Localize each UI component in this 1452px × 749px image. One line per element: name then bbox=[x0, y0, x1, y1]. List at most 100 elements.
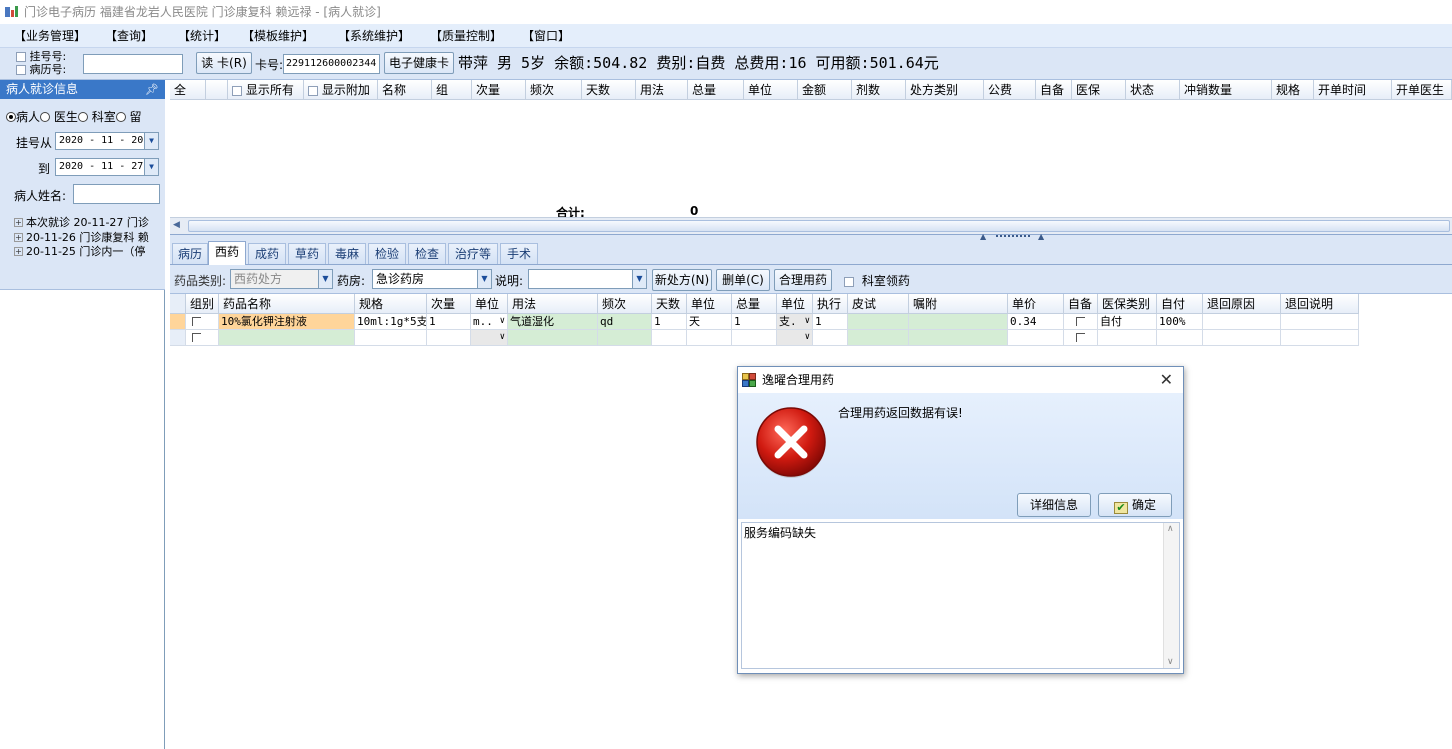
reg-from-date[interactable]: 2020 - 11 - 20 ▼ bbox=[55, 132, 159, 150]
usage-cell[interactable]: 气道湿化 bbox=[508, 314, 598, 330]
expand-icon[interactable]: + bbox=[14, 247, 23, 256]
pharmacy-select[interactable]: 急诊药房 ▼ bbox=[372, 269, 492, 289]
group-checkbox-cell[interactable] bbox=[186, 330, 219, 346]
rational-drug-button[interactable]: 合理用药 bbox=[774, 269, 832, 291]
read-card-button[interactable]: 读 卡(R) bbox=[196, 52, 252, 74]
col-show-all[interactable]: 显示所有 bbox=[228, 80, 304, 100]
radio-dept[interactable] bbox=[77, 112, 88, 122]
scroll-left-icon[interactable]: ◀ bbox=[173, 220, 180, 230]
dose-cell[interactable] bbox=[427, 330, 471, 346]
scroll-thumb[interactable] bbox=[188, 220, 1450, 232]
usage-cell[interactable] bbox=[508, 330, 598, 346]
drug-category-select[interactable]: 西药处方 ▼ bbox=[230, 269, 333, 289]
delete-prescription-button[interactable]: 删单(C) bbox=[716, 269, 770, 291]
pin-icon[interactable]: 📌︎ bbox=[145, 80, 159, 99]
tab-narcotic[interactable]: 毒麻 bbox=[328, 243, 366, 264]
skin-test-cell[interactable] bbox=[848, 330, 909, 346]
tab-herbal[interactable]: 草药 bbox=[288, 243, 326, 264]
chevron-down-icon[interactable]: ∨ bbox=[805, 330, 810, 345]
dose-cell[interactable]: 1 bbox=[427, 314, 471, 330]
tab-lab[interactable]: 检验 bbox=[368, 243, 406, 264]
chevron-down-icon[interactable]: ∨ bbox=[805, 314, 810, 329]
ehealth-card-button[interactable]: 电子健康卡 bbox=[384, 52, 454, 74]
group-checkbox[interactable] bbox=[192, 317, 201, 326]
record-no-option[interactable]: 病历号: bbox=[16, 64, 66, 76]
total-cell[interactable] bbox=[732, 330, 777, 346]
tab-exam[interactable]: 检查 bbox=[408, 243, 446, 264]
radio-patient[interactable] bbox=[6, 112, 16, 122]
visit-tree-item[interactable]: +20-11-25 门诊内一（停 bbox=[14, 245, 145, 259]
details-button[interactable]: 详细信息 bbox=[1017, 493, 1091, 517]
tab-western-medicine[interactable]: 西药 bbox=[208, 241, 246, 265]
self-supplied-checkbox[interactable] bbox=[1076, 333, 1085, 342]
tab-record[interactable]: 病历 bbox=[172, 243, 208, 264]
reg-no-option[interactable]: 挂号号: bbox=[16, 51, 66, 63]
freq-cell[interactable] bbox=[598, 330, 652, 346]
total-unit-cell[interactable]: 支. ∨ bbox=[777, 314, 813, 330]
chevron-down-icon[interactable]: ▼ bbox=[477, 270, 491, 288]
new-prescription-button[interactable]: 新处方(N) bbox=[652, 269, 712, 291]
chevron-down-icon[interactable]: ▼ bbox=[632, 270, 646, 288]
close-icon[interactable]: ✕ bbox=[1160, 367, 1173, 393]
detail-scrollbar[interactable]: ∧ ∨ bbox=[1163, 523, 1179, 668]
freq-cell[interactable]: qd bbox=[598, 314, 652, 330]
instruction-cell[interactable] bbox=[909, 330, 1008, 346]
col-show-extra[interactable]: 显示附加 bbox=[304, 80, 378, 100]
total-unit-cell[interactable]: ∨ bbox=[777, 330, 813, 346]
skin-test-cell[interactable] bbox=[848, 314, 909, 330]
dept-pickup-checkbox[interactable] bbox=[844, 276, 854, 287]
expand-icon[interactable]: + bbox=[14, 218, 23, 227]
reg-no-checkbox[interactable] bbox=[16, 52, 26, 62]
tab-treatment[interactable]: 治疗等 bbox=[448, 243, 498, 264]
patient-name-input[interactable] bbox=[73, 184, 160, 204]
chevron-down-icon[interactable]: ∨ bbox=[500, 330, 505, 345]
show-extra-checkbox[interactable] bbox=[308, 85, 318, 96]
chevron-down-icon[interactable]: ▼ bbox=[144, 133, 158, 149]
dose-unit-cell[interactable]: m.. ∨ bbox=[471, 314, 508, 330]
spec-cell[interactable]: 10ml:1g*5支 bbox=[355, 314, 427, 330]
dialog-title-bar[interactable]: 逸曜合理用药 ✕ bbox=[738, 367, 1183, 393]
group-checkbox-cell[interactable] bbox=[186, 314, 219, 330]
detail-textbox[interactable]: 服务编码缺失 ∧ ∨ bbox=[741, 522, 1180, 669]
expand-icon[interactable]: + bbox=[14, 233, 23, 242]
tab-surgery[interactable]: 手术 bbox=[500, 243, 538, 264]
drug-name-cell[interactable]: 10%氯化钾注射液 bbox=[219, 314, 355, 330]
reg-no-input[interactable] bbox=[83, 54, 183, 74]
exec-cell[interactable] bbox=[813, 330, 848, 346]
radio-stay[interactable] bbox=[115, 112, 126, 122]
days-cell[interactable]: 1 bbox=[652, 314, 687, 330]
self-supplied-cell[interactable] bbox=[1064, 314, 1098, 330]
horizontal-scrollbar[interactable]: ◀ bbox=[170, 217, 1452, 234]
col-select-all[interactable]: 全 bbox=[170, 80, 206, 100]
menu-template[interactable]: 【模板维护】 bbox=[242, 27, 314, 45]
menu-business[interactable]: 【业务管理】 bbox=[14, 27, 86, 45]
visit-tree-item[interactable]: + 本次就诊 20-11-27 门诊 bbox=[14, 216, 149, 230]
note-select[interactable]: ▼ bbox=[528, 269, 647, 289]
total-cell[interactable]: 1 bbox=[732, 314, 777, 330]
chevron-down-icon[interactable]: ▼ bbox=[318, 270, 332, 288]
card-no-input[interactable]: 229112600002344 bbox=[283, 54, 380, 74]
show-all-checkbox[interactable] bbox=[232, 85, 242, 96]
self-supplied-checkbox[interactable] bbox=[1076, 317, 1085, 326]
menu-quality[interactable]: 【质量控制】 bbox=[430, 27, 502, 45]
menu-query[interactable]: 【查询】 bbox=[105, 27, 153, 45]
row-indicator[interactable] bbox=[170, 330, 186, 346]
splitter-arrow-icon[interactable]: ▲ bbox=[1038, 232, 1044, 241]
menu-window[interactable]: 【窗口】 bbox=[522, 27, 570, 45]
drug-name-cell[interactable] bbox=[219, 330, 355, 346]
splitter-arrow-icon[interactable]: ▲ bbox=[980, 232, 986, 241]
exec-cell[interactable]: 1 bbox=[813, 314, 848, 330]
record-no-checkbox[interactable] bbox=[16, 65, 26, 75]
scroll-down-icon[interactable]: ∨ bbox=[1167, 657, 1174, 667]
days-unit-cell[interactable]: 天 bbox=[687, 314, 732, 330]
instruction-cell[interactable] bbox=[909, 314, 1008, 330]
self-supplied-cell[interactable] bbox=[1064, 330, 1098, 346]
menu-system[interactable]: 【系统维护】 bbox=[338, 27, 410, 45]
row-indicator[interactable] bbox=[170, 314, 186, 330]
dept-pickup-option[interactable]: 科室领药 bbox=[844, 272, 910, 289]
scroll-up-icon[interactable]: ∧ bbox=[1167, 524, 1174, 534]
days-cell[interactable] bbox=[652, 330, 687, 346]
dose-unit-cell[interactable]: ∨ bbox=[471, 330, 508, 346]
tab-patent-medicine[interactable]: 成药 bbox=[248, 243, 286, 264]
days-unit-cell[interactable] bbox=[687, 330, 732, 346]
